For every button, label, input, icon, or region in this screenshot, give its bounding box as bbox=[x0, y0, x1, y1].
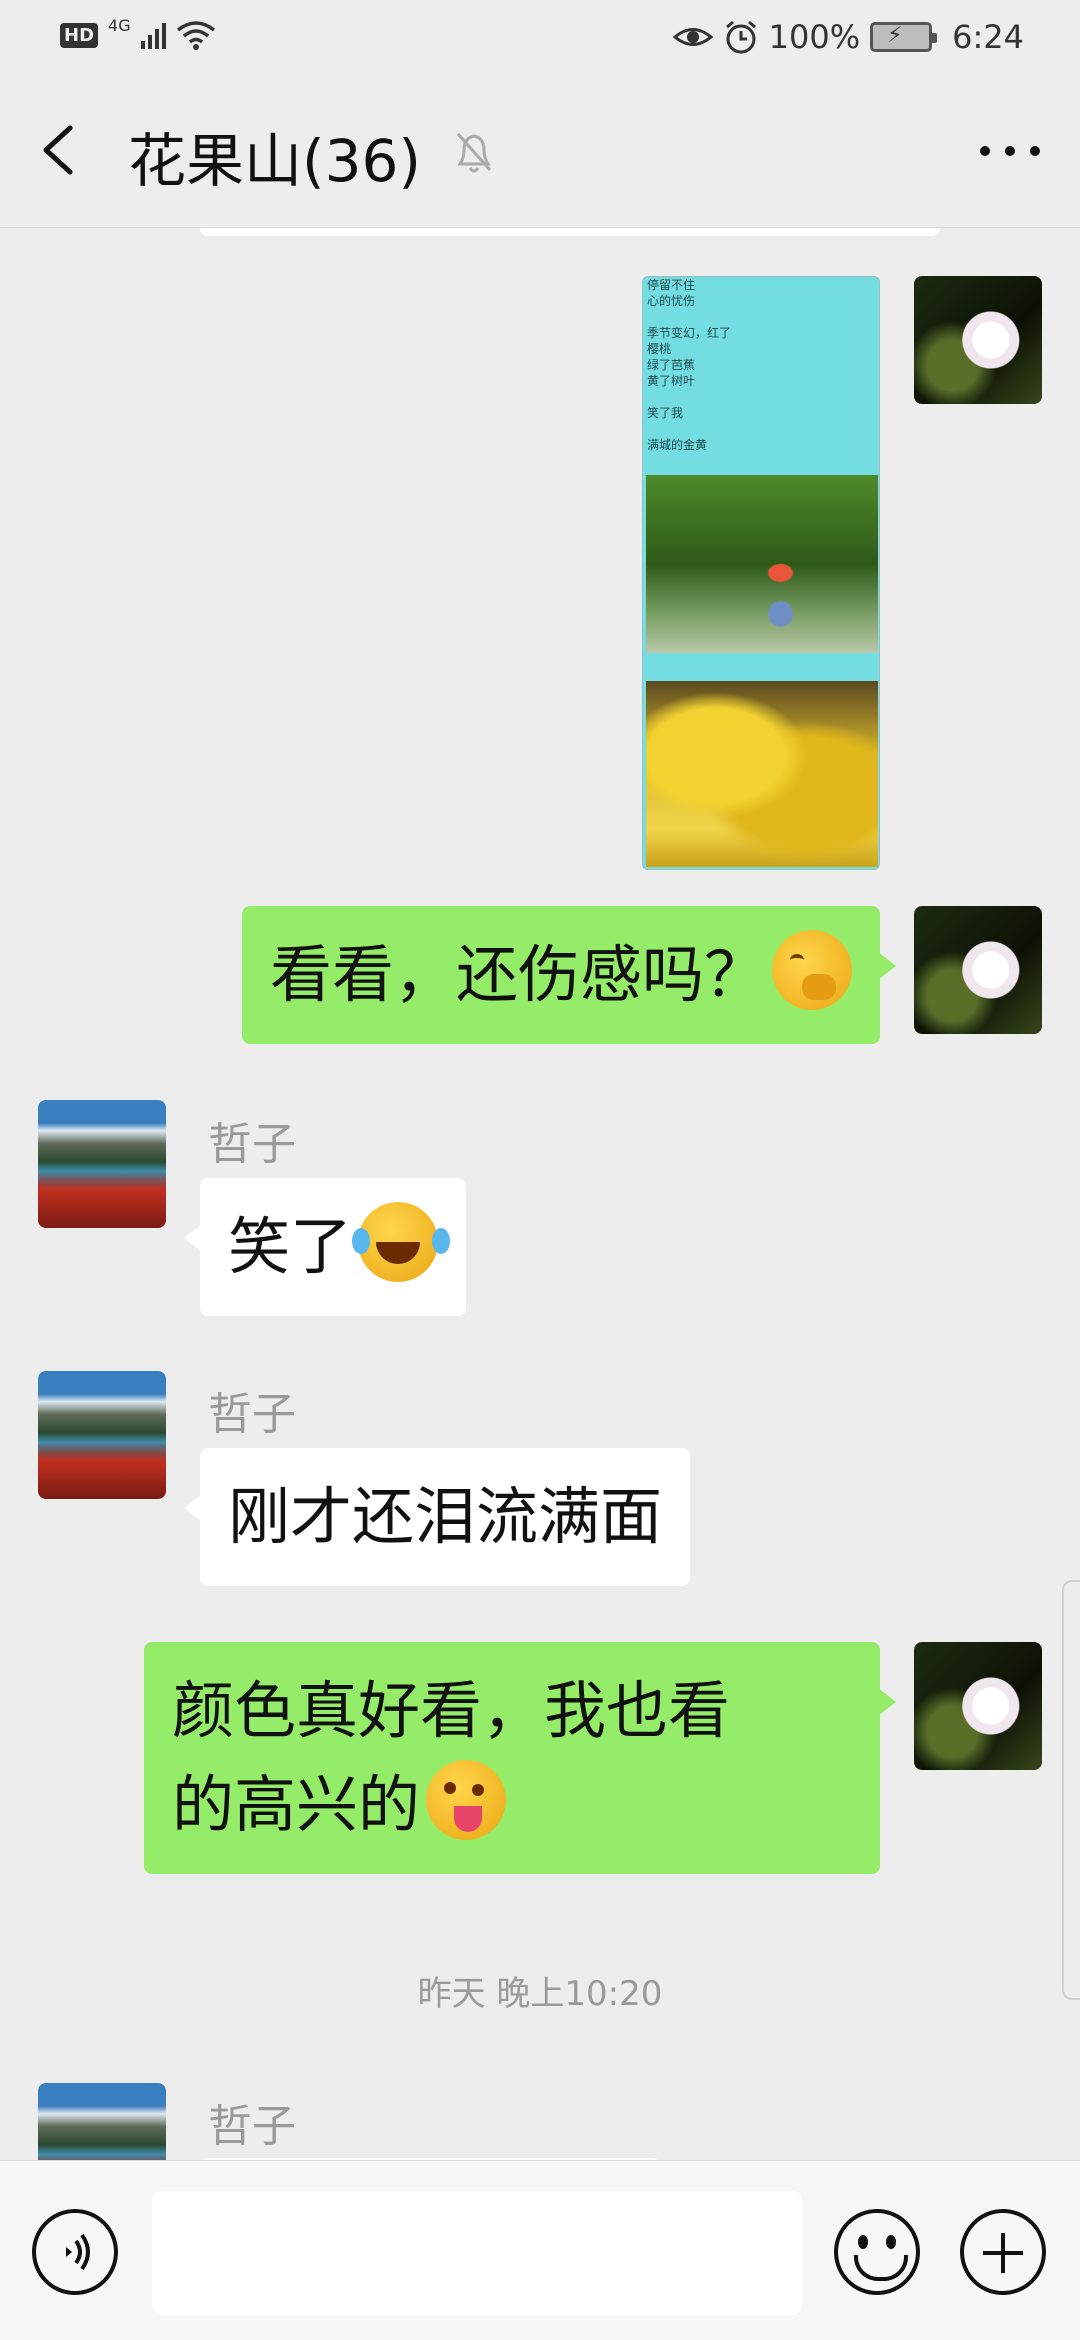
my-avatar[interactable] bbox=[914, 276, 1042, 404]
image-poem-text: 停留不住 心的忧伤 季节变幻，红了 樱桃 绿了芭蕉 黄了树叶 笑了我 满城的金黄 bbox=[647, 278, 732, 452]
signal-icon bbox=[140, 21, 166, 49]
eye-icon bbox=[672, 28, 713, 46]
sender-name: 哲子 bbox=[208, 2101, 296, 2152]
scrollbar[interactable] bbox=[1062, 1580, 1080, 2000]
more-functions-button[interactable] bbox=[960, 2209, 1046, 2295]
battery-icon: ⚡ bbox=[870, 22, 938, 52]
message-text: 笑了 bbox=[228, 1210, 353, 1283]
voice-icon bbox=[66, 2233, 90, 2271]
battery-percent: 100% bbox=[768, 18, 861, 56]
sender-avatar[interactable] bbox=[38, 1371, 166, 1499]
thinking-face-emoji bbox=[772, 930, 852, 1010]
my-avatar[interactable] bbox=[914, 1642, 1042, 1770]
sender-avatar[interactable] bbox=[38, 2083, 166, 2160]
sender-name: 哲子 bbox=[208, 1389, 296, 1440]
photo-person-on-swing bbox=[646, 475, 878, 653]
winking-tongue-emoji bbox=[426, 1760, 507, 1840]
status-left: HD 4G bbox=[60, 16, 216, 50]
message-text-line2: 的高兴的 bbox=[172, 1768, 421, 1841]
my-avatar[interactable] bbox=[914, 906, 1042, 1034]
sender-avatar[interactable] bbox=[38, 1100, 166, 1228]
input-bar bbox=[0, 2160, 1080, 2340]
image-message[interactable]: 停留不住 心的忧伤 季节变幻，红了 樱桃 绿了芭蕉 黄了树叶 笑了我 满城的金黄 bbox=[642, 276, 880, 870]
message-bubble-other[interactable]: 刚才还泪流满面 bbox=[183, 1448, 691, 1586]
clock-time: 6:24 bbox=[952, 18, 1024, 56]
message-input[interactable] bbox=[152, 2191, 802, 2315]
message-text: 刚才还泪流满面 bbox=[228, 1480, 663, 1553]
sender-name: 哲子 bbox=[208, 1119, 296, 1170]
hd-badge: HD bbox=[60, 22, 99, 48]
title-bar: 花果山(36) bbox=[0, 76, 1080, 228]
wifi-icon bbox=[176, 21, 215, 50]
back-icon[interactable] bbox=[30, 120, 90, 180]
network-type: 4G bbox=[108, 15, 131, 35]
partial-message-top bbox=[200, 228, 940, 236]
message-text: 看看，还伤感吗？ bbox=[269, 938, 766, 1011]
more-icon[interactable] bbox=[980, 136, 1040, 166]
chat-title: 花果山(36) bbox=[128, 127, 422, 195]
message-bubble-other[interactable]: 笑了 bbox=[183, 1178, 467, 1316]
alarm-icon bbox=[725, 20, 756, 54]
message-text-line1: 颜色真好看，我也看 bbox=[172, 1674, 731, 1747]
message-bubble-me[interactable]: 看看，还伤感吗？ bbox=[241, 906, 897, 1044]
chat-area[interactable]: 停留不住 心的忧伤 季节变幻，红了 樱桃 绿了芭蕉 黄了树叶 笑了我 满城的金黄… bbox=[0, 228, 1080, 2160]
status-right: 100% ⚡ 6:24 bbox=[672, 18, 1024, 56]
time-divider: 昨天 晚上10:20 bbox=[417, 1974, 663, 2014]
emoji-button[interactable] bbox=[834, 2209, 920, 2295]
voice-button[interactable] bbox=[32, 2209, 118, 2295]
photo-yellow-foliage bbox=[646, 681, 878, 867]
message-bubble-me[interactable]: 颜色真好看，我也看 的高兴的 bbox=[144, 1642, 896, 1874]
status-bar: HD 4G 100% ⚡ 6:24 bbox=[0, 0, 1080, 76]
mute-icon bbox=[456, 133, 492, 173]
tears-of-joy-emoji bbox=[352, 1202, 439, 1282]
